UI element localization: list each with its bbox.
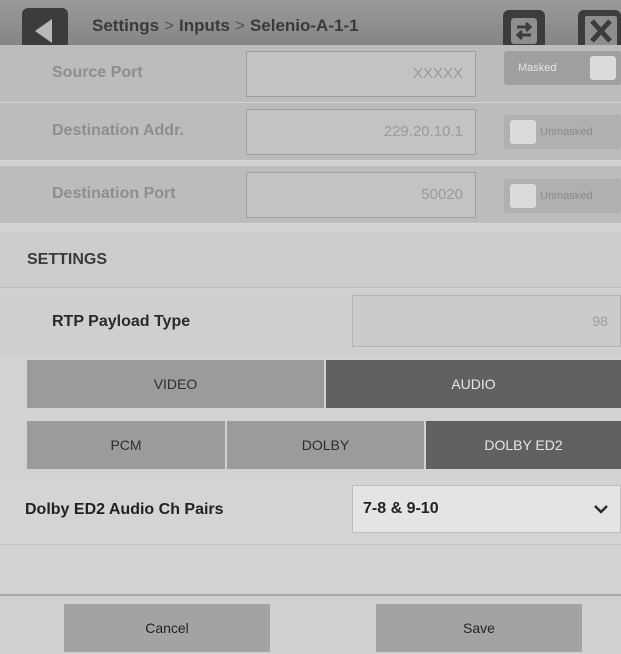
dolby-ed2-ch-pairs-row: Dolby ED2 Audio Ch Pairs 7-8 & 9-10 <box>0 477 621 545</box>
tab-dolby-ed2[interactable]: DOLBY ED2 <box>426 421 621 469</box>
toggle-knob <box>590 56 616 80</box>
settings-section-header: SETTINGS <box>0 232 621 288</box>
select-value: 7-8 & 9-10 <box>363 500 439 517</box>
destination-addr-mask-toggle[interactable]: Unmasked <box>504 115 621 149</box>
source-port-row: Source Port XXXXX Masked <box>0 45 621 103</box>
destination-addr-row: Destination Addr. 229.20.10.1 Unmasked <box>0 103 621 161</box>
dolby-ed2-ch-pairs-label: Dolby ED2 Audio Ch Pairs <box>25 501 224 518</box>
breadcrumb-current: Selenio-A-1-1 <box>249 16 359 35</box>
breadcrumb-inputs[interactable]: Inputs <box>179 16 230 36</box>
footer-bar: Cancel Save <box>0 594 621 654</box>
swap-icon <box>511 18 537 44</box>
toggle-label: Unmasked <box>540 190 593 202</box>
rtp-payload-row: RTP Payload Type 98 <box>0 289 621 355</box>
rtp-payload-label: RTP Payload Type <box>52 313 191 330</box>
tab-dolby-ed2-label: DOLBY ED2 <box>484 437 563 453</box>
toggle-label: Masked <box>518 62 557 74</box>
source-port-mask-toggle[interactable]: Masked <box>504 51 621 85</box>
toggle-label: Unmasked <box>540 126 593 138</box>
rtp-payload-field[interactable]: 98 <box>352 295 621 347</box>
tab-audio-label: AUDIO <box>451 376 496 392</box>
source-port-field: XXXXX <box>246 51 476 97</box>
tab-pcm-label: PCM <box>110 437 142 453</box>
tab-video-label: VIDEO <box>153 376 198 392</box>
tab-dolby[interactable]: DOLBY <box>227 421 424 469</box>
back-arrow-icon <box>35 19 52 43</box>
cancel-label: Cancel <box>145 620 189 636</box>
breadcrumb-separator: > <box>164 16 174 35</box>
dolby-ed2-ch-pairs-select[interactable]: 7-8 & 9-10 <box>352 485 621 533</box>
source-port-label: Source Port <box>52 64 143 81</box>
destination-port-row: Destination Port 50020 Unmasked <box>0 166 621 224</box>
toggle-knob <box>510 120 536 144</box>
destination-port-mask-toggle[interactable]: Unmasked <box>504 179 621 213</box>
cancel-button[interactable]: Cancel <box>64 604 270 652</box>
toggle-knob <box>510 184 536 208</box>
destination-port-field: 50020 <box>246 172 476 218</box>
breadcrumb-settings[interactable]: Settings <box>92 16 159 36</box>
close-icon <box>584 16 617 46</box>
tab-dolby-label: DOLBY <box>301 437 350 453</box>
save-button[interactable]: Save <box>376 604 582 652</box>
settings-heading: SETTINGS <box>27 251 108 268</box>
tab-video[interactable]: VIDEO <box>27 360 324 408</box>
save-label: Save <box>463 620 495 636</box>
breadcrumb-separator: > <box>235 16 245 35</box>
destination-port-label: Destination Port <box>52 185 176 202</box>
destination-addr-field: 229.20.10.1 <box>246 109 476 155</box>
tab-audio[interactable]: AUDIO <box>326 360 621 408</box>
chevron-down-icon <box>594 505 608 514</box>
breadcrumb: Settings > Inputs > Selenio-A-1-1 <box>92 16 359 36</box>
tab-pcm[interactable]: PCM <box>27 421 225 469</box>
destination-addr-label: Destination Addr. <box>52 122 184 139</box>
